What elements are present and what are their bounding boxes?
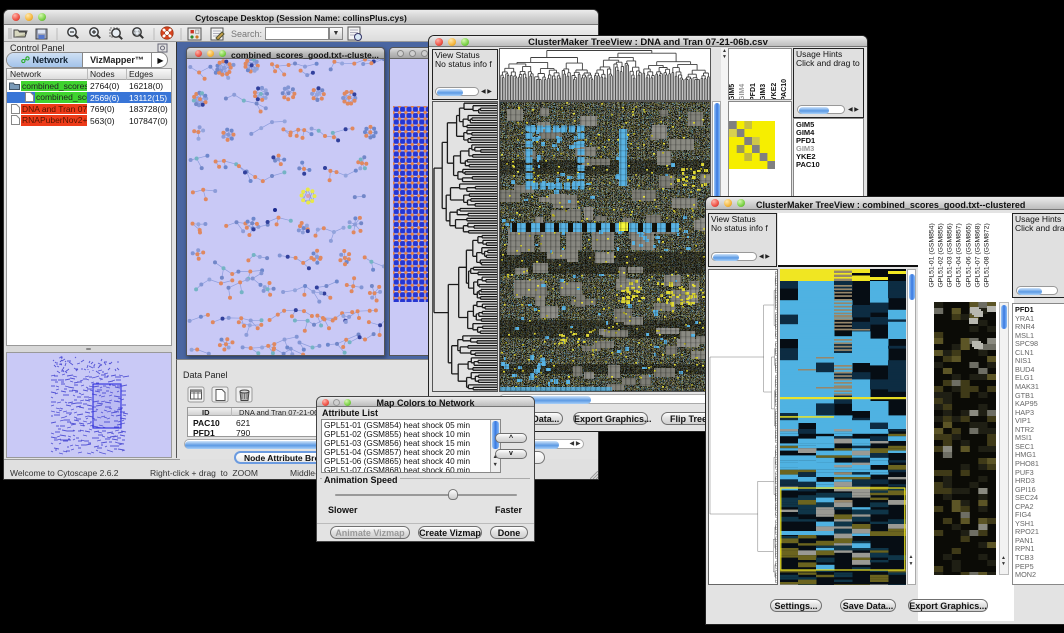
- svg-text:1:1: 1:1: [134, 31, 141, 37]
